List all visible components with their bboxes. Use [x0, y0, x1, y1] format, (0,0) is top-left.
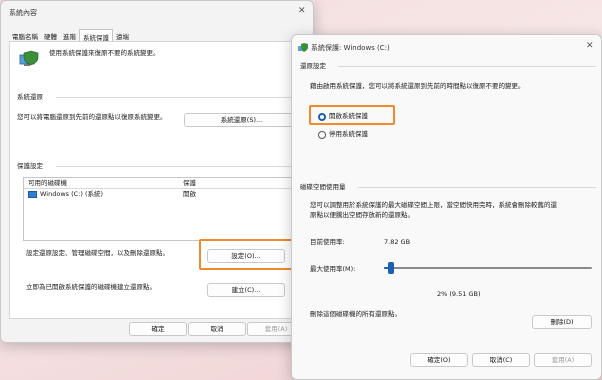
create-button[interactable]: 建立(C)... [207, 283, 285, 297]
cancel-button[interactable]: 取消(C) [472, 353, 530, 367]
shield-icon [298, 43, 308, 53]
apply-button: 套用(A) [534, 353, 592, 367]
close-icon[interactable]: ✕ [586, 41, 594, 51]
max-usage-slider[interactable] [384, 261, 592, 275]
settings-section-title: 保護設定 [17, 162, 43, 170]
configure-button[interactable]: 設定(O)... [207, 249, 285, 263]
disk-usage-title: 磁碟空間使用量 [300, 183, 346, 191]
radio-disable-label: 停用系統保護 [329, 130, 368, 138]
radio-disable[interactable]: 停用系統保護 [318, 130, 398, 140]
intro-text: 使用系統保護來復原不要的系統變更。 [49, 49, 160, 57]
drive-icon [28, 191, 37, 198]
system-restore-button[interactable]: 系統還原(S)... [184, 113, 299, 127]
divider [338, 66, 596, 67]
current-usage-label: 目前使用率: [310, 238, 345, 246]
drive-list[interactable]: 可用的磁碟機 保護 Windows (C:) (系統) 開啟 [23, 177, 293, 241]
disk-usage-description-line2: 原點以便騰出空間存放新的還原點。 [310, 211, 414, 219]
column-header-drive: 可用的磁碟機 [28, 179, 67, 187]
dialog-title: 系統保護: Windows (C:) [311, 44, 390, 52]
slider-track [384, 267, 592, 269]
current-usage-value: 7.82 GB [384, 238, 411, 246]
radio-unselected-icon [318, 131, 326, 139]
delete-description: 刪除這個磁碟機的所有還原點。 [310, 310, 401, 318]
restore-section-title: 系統還原 [17, 93, 43, 101]
restore-settings-title: 還原設定 [300, 62, 326, 70]
drive-protection-status: 開啟 [183, 190, 196, 198]
column-header-protection: 保護 [183, 179, 196, 187]
restore-description: 您可以將電腦還原到先前的還原點以復原系統變更。 [17, 113, 167, 121]
system-properties-window: 系統內容 ✕ 電腦名稱 硬體 進階 系統保護 遠端 使用系統保護來復原不要的系統… [0, 0, 314, 343]
radio-turn-on[interactable]: 開啟系統保護 [318, 112, 398, 122]
system-protection-dialog: 系統保護: Windows (C:) ✕ 還原設定 藉由啟用系統保護，您可以將系… [291, 34, 602, 380]
divider [358, 187, 596, 188]
computer-shield-icon [18, 49, 40, 69]
window-title: 系統內容 [9, 9, 37, 17]
configure-description: 設定還原設定、管理磁碟空間，以及刪除還原點。 [26, 249, 169, 257]
ok-button[interactable]: 確定(O) [410, 353, 468, 367]
close-icon[interactable]: ✕ [298, 6, 306, 16]
max-usage-label: 最大使用率(M): [310, 265, 356, 273]
disk-usage-description-line1: 您可以調整用於系統保護的最大磁碟空間上限，當空間快用完時，系統會刪除較舊的還 [310, 201, 557, 209]
max-usage-value: 2% (9.51 GB) [437, 290, 481, 298]
drive-name: Windows (C:) (系統) [40, 190, 104, 198]
create-description: 立即為已開啟系統保護的磁碟機建立還原點。 [26, 283, 156, 291]
slider-thumb[interactable] [388, 262, 395, 274]
divider [56, 97, 301, 98]
table-row[interactable]: Windows (C:) (系統) 開啟 [24, 189, 292, 200]
radio-selected-icon [318, 113, 326, 121]
delete-button[interactable]: 刪除(D) [532, 315, 592, 329]
divider [56, 166, 301, 167]
restore-settings-description: 藉由啟用系統保護，您可以將系統還原到先前的時間點以復原不要的變更。 [310, 82, 525, 90]
radio-turn-on-label: 開啟系統保護 [329, 112, 368, 120]
ok-button[interactable]: 確定 [129, 322, 187, 336]
cancel-button[interactable]: 取消 [188, 322, 246, 336]
